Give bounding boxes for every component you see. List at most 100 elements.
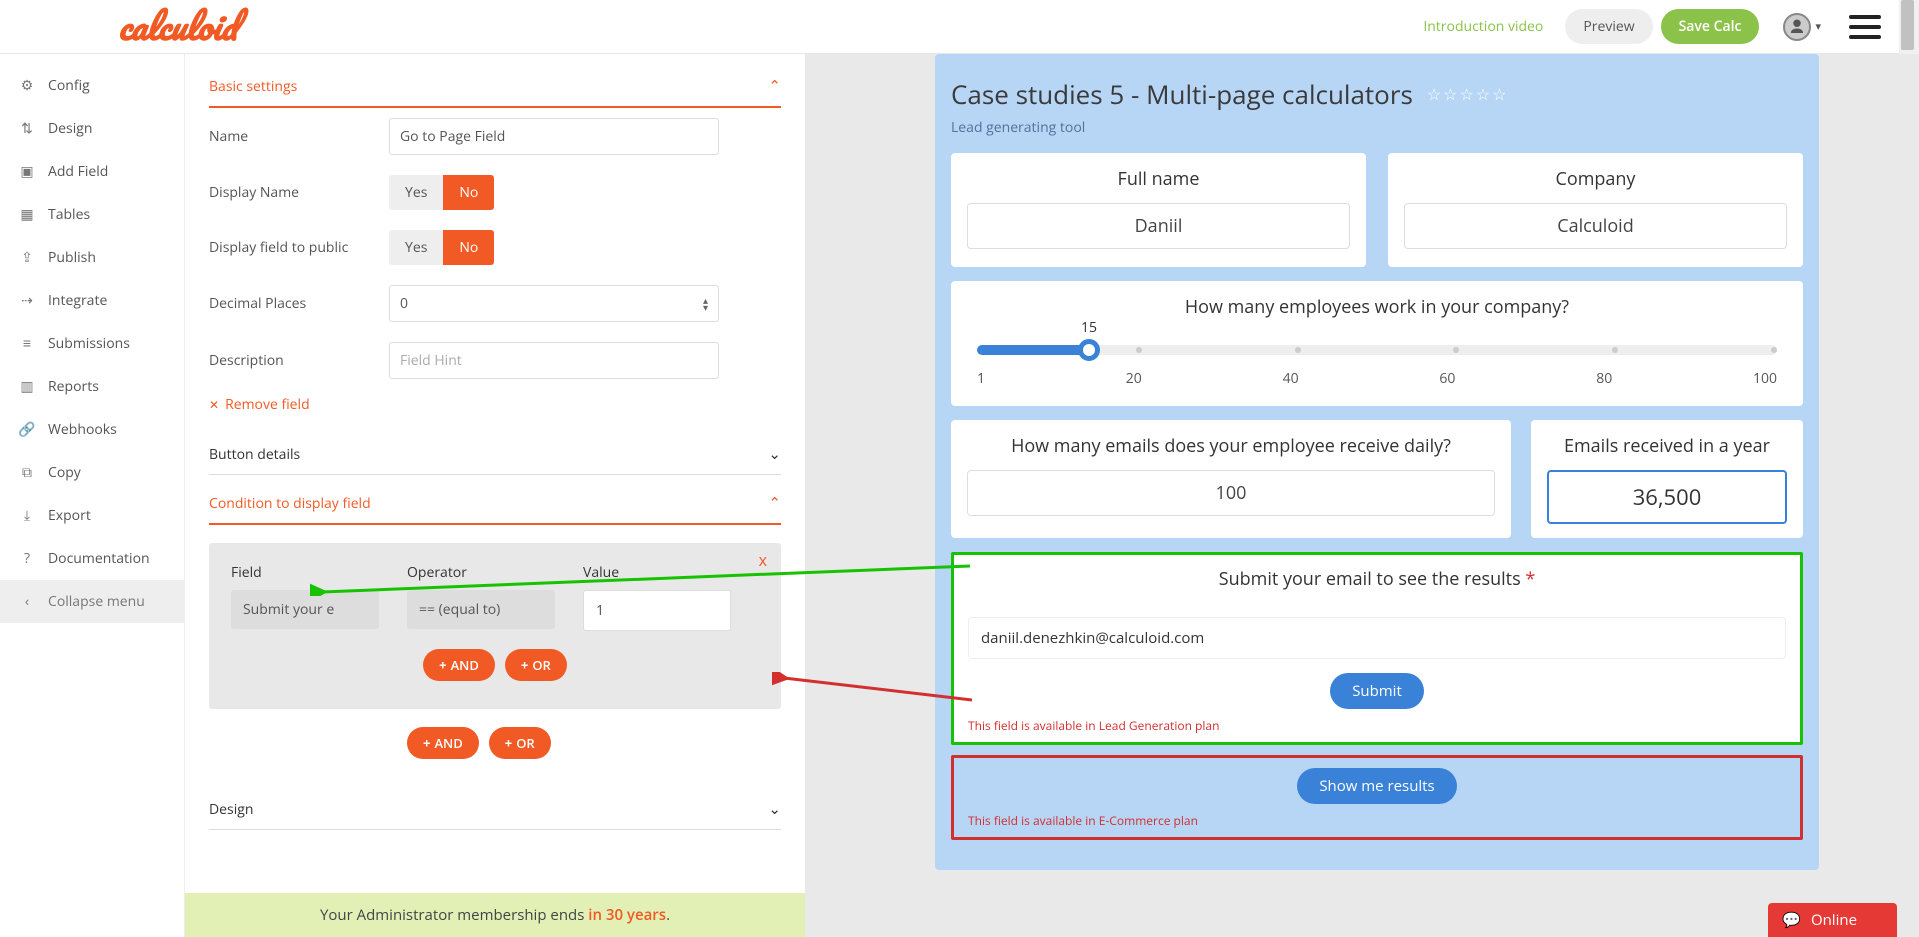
chevron-left-icon: ‹ [18, 592, 36, 611]
sidebar-item-label: Submissions [48, 334, 130, 353]
section-title: Basic settings [209, 77, 297, 96]
spinner-arrows-icon[interactable]: ▴▾ [703, 297, 708, 311]
condition-operator-label: Operator [407, 563, 555, 582]
description-input[interactable] [389, 342, 719, 379]
decimal-value: 0 [400, 294, 408, 313]
avatar-icon [1783, 13, 1811, 41]
chevron-up-icon: ⌃ [768, 76, 781, 96]
upload-icon: ⇪ [18, 248, 36, 267]
chat-widget[interactable]: 💬 Online [1768, 903, 1897, 937]
show-results-button[interactable]: Show me results [1297, 768, 1456, 804]
field-config-panel: Basic settings ⌃ Name Display Name Yes N… [185, 54, 805, 937]
submit-button[interactable]: Submit [1330, 673, 1424, 709]
preview-button[interactable]: Preview [1565, 9, 1652, 44]
condition-operator-select[interactable] [407, 590, 555, 629]
plus-icon: ▣ [18, 162, 36, 181]
submit-card: Submit your email to see the results * S… [951, 552, 1803, 745]
sidebar-item-label: Webhooks [48, 420, 117, 439]
outer-or-button[interactable]: OR [489, 727, 551, 759]
sidebar: ⚙Config ⇅Design ▣ Add Field ▦Tables ⇪Publ… [0, 54, 185, 937]
section-button-details[interactable]: Button details ⌄ [209, 432, 781, 475]
condition-value-label: Value [583, 563, 731, 582]
chevron-up-icon: ⌃ [768, 493, 781, 513]
sidebar-item-addfield[interactable]: ▣ Add Field [0, 150, 184, 193]
emails-daily-label: How many emails does your employee recei… [967, 434, 1495, 458]
displayname-toggle: Yes No [389, 175, 494, 210]
download-icon: ⤓ [18, 506, 36, 525]
sidebar-item-label: Collapse menu [48, 592, 145, 611]
inner-or-button[interactable]: OR [505, 649, 567, 681]
save-button[interactable]: Save Calc [1661, 9, 1760, 44]
chevron-down-icon: ⌄ [768, 444, 781, 464]
link-icon: 🔗 [18, 420, 36, 439]
remove-field-link[interactable]: Remove field [209, 395, 310, 414]
section-title: Button details [209, 445, 300, 464]
condition-value-input[interactable] [583, 590, 731, 631]
chevron-down-icon: ⌄ [768, 799, 781, 819]
account-menu[interactable] [1783, 13, 1821, 41]
displaypublic-no[interactable]: No [443, 230, 494, 265]
membership-footer: Your Administrator membership ends in 30… [185, 893, 805, 937]
email-input[interactable] [968, 617, 1786, 659]
inner-and-button[interactable]: AND [423, 649, 495, 681]
sidebar-item-label: Export [48, 506, 91, 525]
sidebar-item-webhooks[interactable]: 🔗 Webhooks [0, 408, 184, 451]
label-decimal: Decimal Places [209, 294, 389, 313]
app-header: calculoid Introduction video Preview Sav… [0, 0, 1919, 54]
label-description: Description [209, 351, 389, 370]
required-asterisk: * [1525, 567, 1535, 591]
help-icon: ? [18, 549, 36, 568]
sidebar-item-label: Design [48, 119, 92, 138]
section-basic-settings[interactable]: Basic settings ⌃ [209, 64, 781, 108]
main-menu-button[interactable] [1849, 15, 1881, 39]
sidebar-item-label: Tables [48, 205, 90, 224]
sidebar-item-docs[interactable]: ?Documentation [0, 537, 184, 580]
section-condition[interactable]: Condition to display field ⌃ [209, 481, 781, 525]
displaypublic-toggle: Yes No [389, 230, 494, 265]
sidebar-item-export[interactable]: ⤓ Export [0, 494, 184, 537]
logo: calculoid [118, 0, 237, 56]
decimal-input[interactable]: 0 ▴▾ [389, 285, 719, 322]
submit-title: Submit your email to see the results * [968, 567, 1786, 591]
slider-value: 15 [1081, 318, 1097, 337]
name-input[interactable] [389, 118, 719, 155]
employees-question: How many employees work in your company? [967, 295, 1787, 319]
sidebar-item-reports[interactable]: ▥Reports [0, 365, 184, 408]
rating-stars[interactable]: ☆☆☆☆☆ [1427, 83, 1509, 105]
list-icon: ≡ [18, 334, 36, 353]
employees-slider[interactable]: 15 [977, 345, 1777, 355]
intro-video-link[interactable]: Introduction video [1423, 17, 1543, 36]
condition-field-select[interactable] [231, 590, 379, 629]
fullname-input[interactable]: Daniil [967, 203, 1350, 249]
emails-daily-input[interactable]: 100 [967, 470, 1495, 516]
label-displaypublic: Display field to public [209, 238, 389, 257]
chat-icon: 💬 [1782, 910, 1801, 930]
label-name: Name [209, 127, 389, 146]
emails-year-label: Emails received in a year [1547, 434, 1787, 458]
sidebar-item-publish[interactable]: ⇪Publish [0, 236, 184, 279]
emails-year-result: 36,500 [1547, 470, 1787, 524]
condition-close-button[interactable]: x [759, 549, 767, 571]
company-input[interactable]: Calculoid [1404, 203, 1787, 249]
section-design[interactable]: Design ⌄ [209, 787, 781, 830]
sidebar-item-config[interactable]: ⚙Config [0, 64, 184, 107]
scroll-thumb[interactable] [1901, 0, 1914, 50]
displayname-no[interactable]: No [443, 175, 494, 210]
sidebar-collapse[interactable]: ‹ Collapse menu [0, 580, 184, 623]
sidebar-item-submissions[interactable]: ≡ Submissions [0, 322, 184, 365]
displaypublic-yes[interactable]: Yes [389, 230, 443, 265]
sidebar-item-integrate[interactable]: ⇢ Integrate [0, 279, 184, 322]
sidebar-item-tables[interactable]: ▦Tables [0, 193, 184, 236]
sidebar-item-copy[interactable]: ⧉Copy [0, 451, 184, 494]
employees-card: How many employees work in your company?… [951, 281, 1803, 406]
section-title: Condition to display field [209, 494, 371, 513]
outer-and-button[interactable]: AND [407, 727, 479, 759]
chart-icon: ▥ [18, 377, 36, 396]
company-card: Company Calculoid [1388, 153, 1803, 267]
sidebar-item-label: Integrate [48, 291, 107, 310]
sidebar-item-design[interactable]: ⇅Design [0, 107, 184, 150]
displayname-yes[interactable]: Yes [389, 175, 443, 210]
slider-handle[interactable]: 15 [1078, 339, 1100, 361]
integrate-icon: ⇢ [18, 291, 36, 310]
sidebar-item-label: Add Field [48, 162, 108, 181]
